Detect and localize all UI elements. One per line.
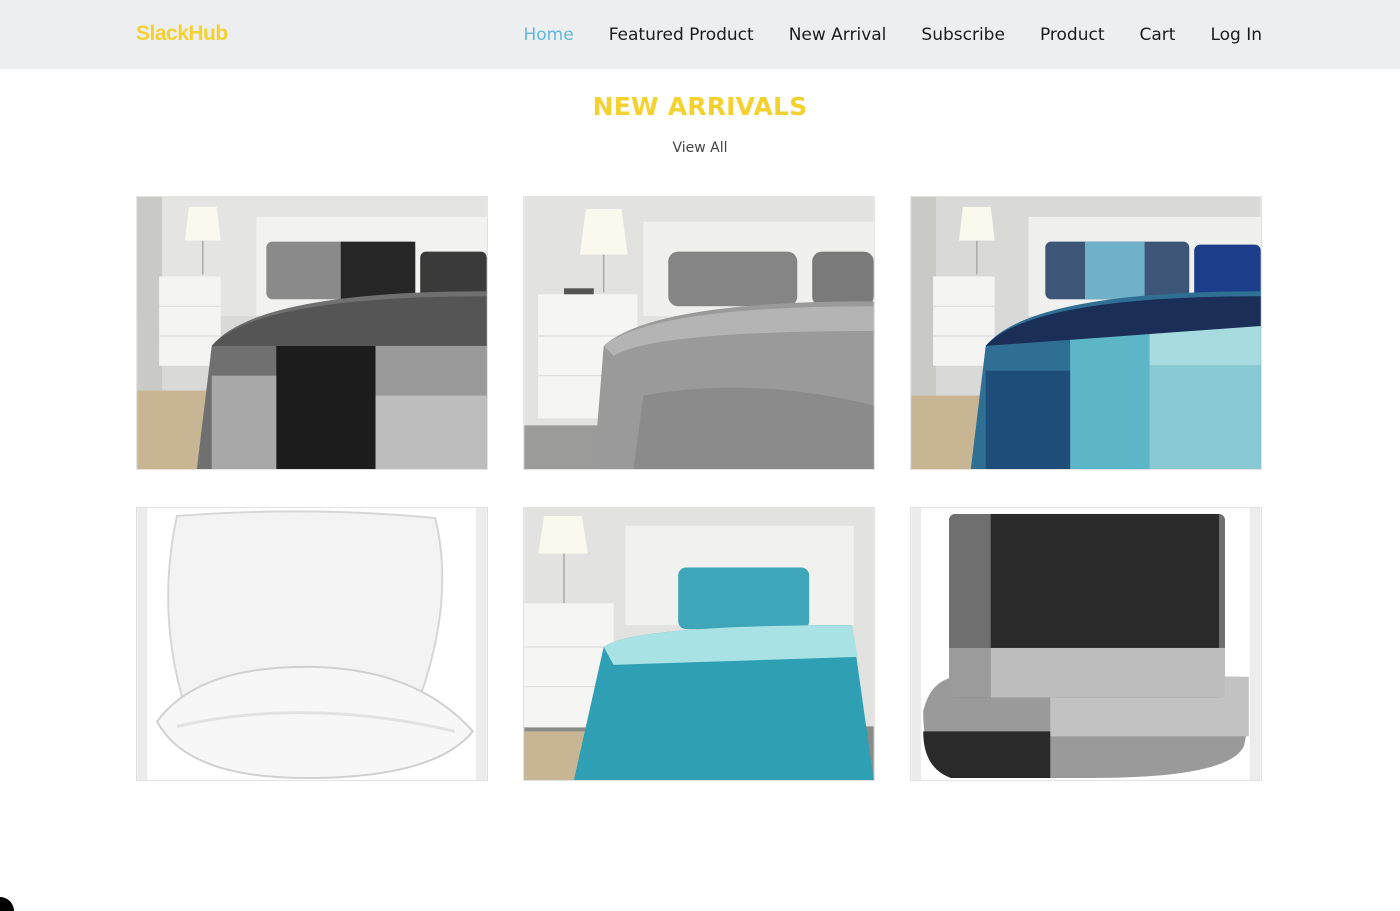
product-image-label: bedding-image [911,780,912,781]
section-title: NEW ARRIVALS [592,92,808,121]
product-image-label: bedding-image [137,469,138,470]
product-image-label: pillow-image [137,780,138,781]
product-image-label: bedding-image [524,469,525,470]
bedding-image [911,197,1261,469]
bedding-image [911,508,1261,780]
product-grid: bedding-image bedding-image [136,196,1262,781]
product-card[interactable]: bedding-image [523,196,875,470]
view-all-link[interactable]: View All [0,140,1400,156]
nav-cart[interactable]: Cart [1139,25,1175,45]
main-nav: Home Featured Product New Arrival Subscr… [524,22,1263,48]
window-corner [0,897,14,911]
nav-log-in[interactable]: Log In [1210,25,1262,45]
pillow-image [137,508,487,780]
product-card[interactable]: bedding-image [910,196,1262,470]
bedding-image [524,508,874,780]
product-image-label: bedding-image [911,469,912,470]
product-card[interactable]: bedding-image [910,507,1262,781]
nav-new-arrival[interactable]: New Arrival [789,25,887,45]
product-card[interactable]: pillow-image [136,507,488,781]
top-navbar: SlackHub Home Featured Product New Arriv… [0,0,1400,69]
nav-subscribe[interactable]: Subscribe [921,25,1005,45]
product-card[interactable]: bedding-image [136,196,488,470]
bedding-image [137,197,487,469]
nav-home[interactable]: Home [524,25,574,45]
brand-logo[interactable]: SlackHub [136,22,228,46]
product-image-label: bedding-image [524,780,525,781]
product-card[interactable]: bedding-image [523,507,875,781]
nav-product[interactable]: Product [1040,25,1105,45]
bedding-image [524,197,874,469]
nav-featured-product[interactable]: Featured Product [609,25,754,45]
